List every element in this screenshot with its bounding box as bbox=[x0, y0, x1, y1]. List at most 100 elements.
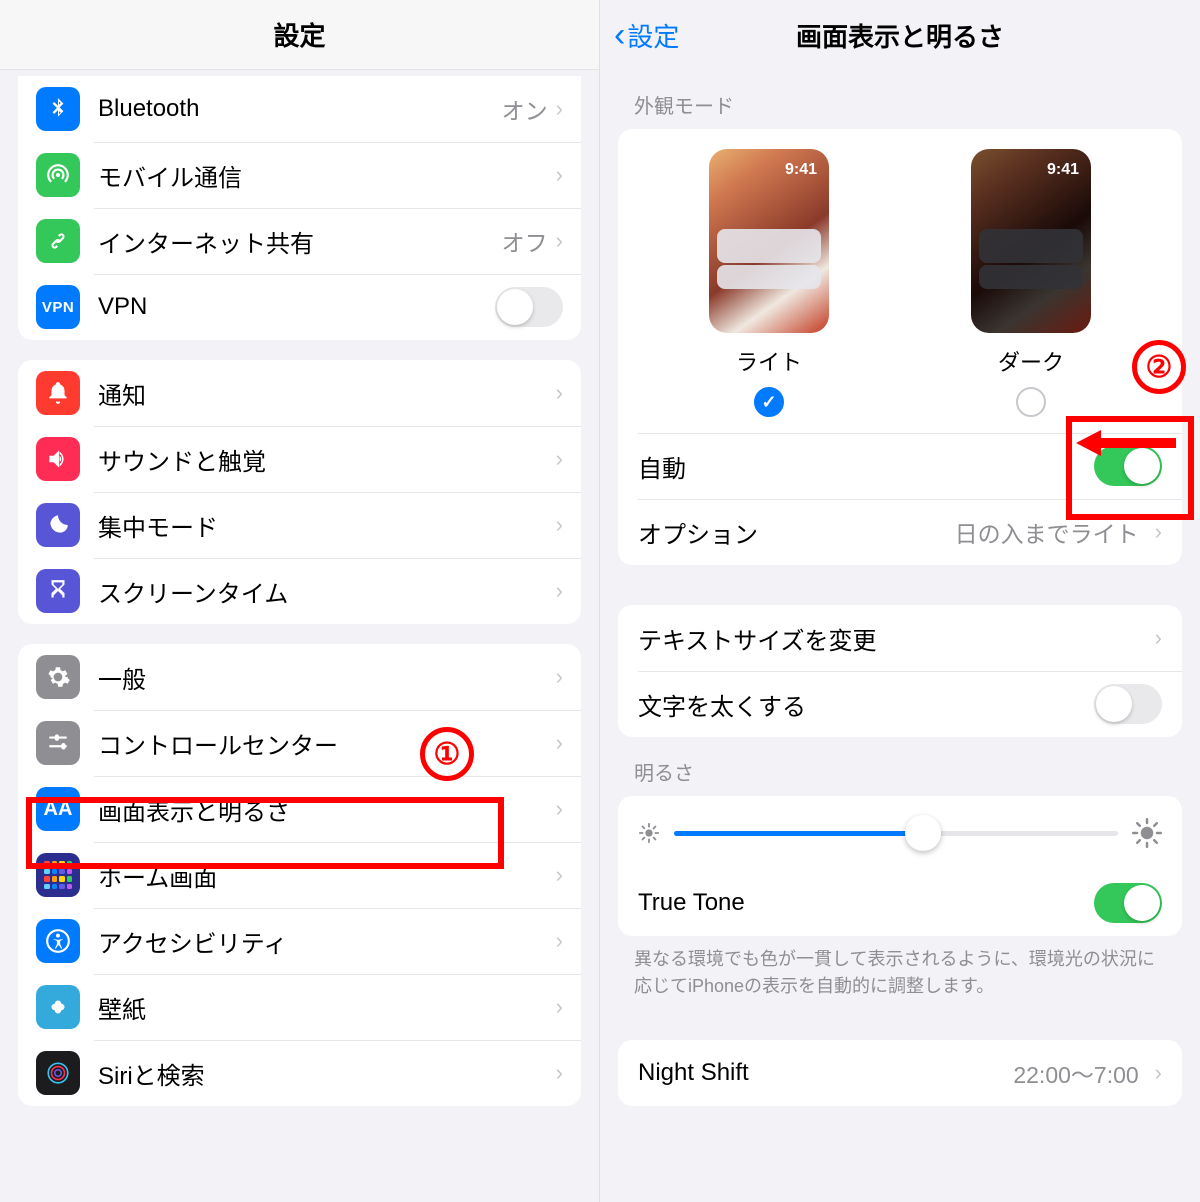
bold-label: 文字を太くする bbox=[638, 687, 806, 722]
appearance-light-option[interactable]: 9:41 ライト bbox=[709, 149, 829, 417]
dark-radio[interactable] bbox=[1016, 387, 1046, 417]
back-button[interactable]: ‹設定 bbox=[614, 17, 679, 54]
truetone-toggle[interactable] bbox=[1094, 883, 1162, 923]
brightness-card: True Tone bbox=[618, 796, 1182, 936]
siri-icon bbox=[36, 1051, 80, 1095]
chevron-right-icon: › bbox=[1155, 1060, 1162, 1086]
hourglass-icon bbox=[36, 569, 80, 613]
row-controlcenter[interactable]: コントロールセンター › bbox=[18, 710, 581, 776]
row-bluetooth[interactable]: Bluetooth オン › bbox=[18, 76, 581, 142]
chevron-right-icon: › bbox=[556, 578, 563, 604]
row-value: オン bbox=[502, 92, 548, 126]
light-radio[interactable] bbox=[754, 387, 784, 417]
moon-icon bbox=[36, 503, 80, 547]
preview-time: 9:41 bbox=[1047, 161, 1079, 179]
options-label: オプション bbox=[638, 515, 758, 550]
page-title: 設定 bbox=[273, 16, 325, 53]
chevron-right-icon: › bbox=[1155, 519, 1162, 545]
row-bold[interactable]: 文字を太くする bbox=[618, 671, 1182, 737]
chevron-right-icon: › bbox=[1155, 625, 1162, 651]
link-icon bbox=[36, 219, 80, 263]
back-label: 設定 bbox=[627, 17, 679, 54]
row-label: 壁紙 bbox=[98, 990, 556, 1025]
row-siri[interactable]: Siriと検索 › bbox=[18, 1040, 581, 1106]
chevron-right-icon: › bbox=[556, 796, 563, 822]
header: ‹設定 画面表示と明るさ bbox=[600, 0, 1200, 70]
settings-list[interactable]: Bluetooth オン › モバイル通信 › インターネット共有 オフ › V… bbox=[0, 70, 599, 1202]
row-label: 画面表示と明るさ bbox=[98, 792, 556, 827]
row-vpn[interactable]: VPN VPN bbox=[18, 274, 581, 340]
row-auto[interactable]: 自動 bbox=[618, 433, 1182, 499]
row-label: アクセシビリティ bbox=[98, 924, 556, 959]
row-options[interactable]: オプション 日の入までライト › bbox=[618, 499, 1182, 565]
row-focus[interactable]: 集中モード › bbox=[18, 492, 581, 558]
preview-time: 9:41 bbox=[785, 161, 817, 179]
general-group: 一般 › コントロールセンター › AA 画面表示と明るさ › bbox=[18, 644, 581, 1106]
row-label: Bluetooth bbox=[98, 95, 502, 123]
row-label: モバイル通信 bbox=[98, 158, 556, 193]
appearance-dark-option[interactable]: 9:41 ダーク bbox=[971, 149, 1091, 417]
section-header-appearance: 外観モード bbox=[634, 90, 1182, 119]
row-label: サウンドと触覚 bbox=[98, 442, 556, 477]
grid-icon bbox=[36, 853, 80, 897]
nightshift-card: Night Shift 22:00〜7:00 › bbox=[618, 1040, 1182, 1106]
row-label: コントロールセンター bbox=[98, 726, 556, 761]
chevron-right-icon: › bbox=[556, 228, 563, 254]
sliders-icon bbox=[36, 721, 80, 765]
row-label: スクリーンタイム bbox=[98, 574, 556, 609]
accessibility-icon bbox=[36, 919, 80, 963]
truetone-footer: 異なる環境でも色が一貫して表示されるように、環境光の状況に応じてiPhoneの表… bbox=[634, 946, 1166, 1000]
sun-small-icon bbox=[638, 822, 660, 844]
brightness-slider[interactable] bbox=[674, 831, 1118, 836]
text-card: テキストサイズを変更 › 文字を太くする bbox=[618, 605, 1182, 737]
auto-toggle[interactable] bbox=[1094, 446, 1162, 486]
chevron-right-icon: › bbox=[556, 162, 563, 188]
chevron-right-icon: › bbox=[556, 928, 563, 954]
light-preview: 9:41 bbox=[709, 149, 829, 333]
row-nightshift[interactable]: Night Shift 22:00〜7:00 › bbox=[618, 1040, 1182, 1106]
notifications-group: 通知 › サウンドと触覚 › 集中モード › スクリーンタイム › bbox=[18, 360, 581, 624]
chevron-right-icon: › bbox=[556, 512, 563, 538]
section-header-brightness: 明るさ bbox=[634, 757, 1182, 786]
settings-root-pane: 設定 Bluetooth オン › モバイル通信 › インターネット共有 bbox=[0, 0, 600, 1202]
chevron-right-icon: › bbox=[556, 664, 563, 690]
chevron-right-icon: › bbox=[556, 1060, 563, 1086]
dark-label: ダーク bbox=[998, 345, 1064, 377]
display-settings-pane: ‹設定 画面表示と明るさ 外観モード 9:41 ライト bbox=[600, 0, 1200, 1202]
flower-icon bbox=[36, 985, 80, 1029]
vpn-toggle[interactable] bbox=[495, 287, 563, 327]
row-label: 集中モード bbox=[98, 508, 556, 543]
chevron-right-icon: › bbox=[556, 380, 563, 406]
page-title: 画面表示と明るさ bbox=[796, 17, 1004, 54]
row-truetone[interactable]: True Tone bbox=[618, 870, 1182, 936]
nightshift-label: Night Shift bbox=[638, 1059, 749, 1087]
chevron-left-icon: ‹ bbox=[614, 18, 625, 52]
row-homescreen[interactable]: ホーム画面 › bbox=[18, 842, 581, 908]
row-label: 一般 bbox=[98, 660, 556, 695]
antenna-icon bbox=[36, 153, 80, 197]
bold-toggle[interactable] bbox=[1094, 684, 1162, 724]
textsize-icon: AA bbox=[36, 787, 80, 831]
row-wallpaper[interactable]: 壁紙 › bbox=[18, 974, 581, 1040]
chevron-right-icon: › bbox=[556, 730, 563, 756]
row-accessibility[interactable]: アクセシビリティ › bbox=[18, 908, 581, 974]
row-screentime[interactable]: スクリーンタイム › bbox=[18, 558, 581, 624]
chevron-right-icon: › bbox=[556, 994, 563, 1020]
display-settings-list[interactable]: 外観モード 9:41 ライト bbox=[600, 70, 1200, 1202]
row-general[interactable]: 一般 › bbox=[18, 644, 581, 710]
row-textsize[interactable]: テキストサイズを変更 › bbox=[618, 605, 1182, 671]
dark-preview: 9:41 bbox=[971, 149, 1091, 333]
row-sounds[interactable]: サウンドと触覚 › bbox=[18, 426, 581, 492]
chevron-right-icon: › bbox=[556, 862, 563, 888]
chevron-right-icon: › bbox=[556, 96, 563, 122]
row-display-brightness[interactable]: AA 画面表示と明るさ › bbox=[18, 776, 581, 842]
textsize-label: テキストサイズを変更 bbox=[638, 621, 877, 656]
row-cellular[interactable]: モバイル通信 › bbox=[18, 142, 581, 208]
row-hotspot[interactable]: インターネット共有 オフ › bbox=[18, 208, 581, 274]
header: 設定 bbox=[0, 0, 599, 70]
row-label: インターネット共有 bbox=[98, 224, 502, 259]
bell-icon bbox=[36, 371, 80, 415]
row-label: ホーム画面 bbox=[98, 858, 556, 893]
row-notifications[interactable]: 通知 › bbox=[18, 360, 581, 426]
row-label: Siriと検索 bbox=[98, 1056, 556, 1091]
